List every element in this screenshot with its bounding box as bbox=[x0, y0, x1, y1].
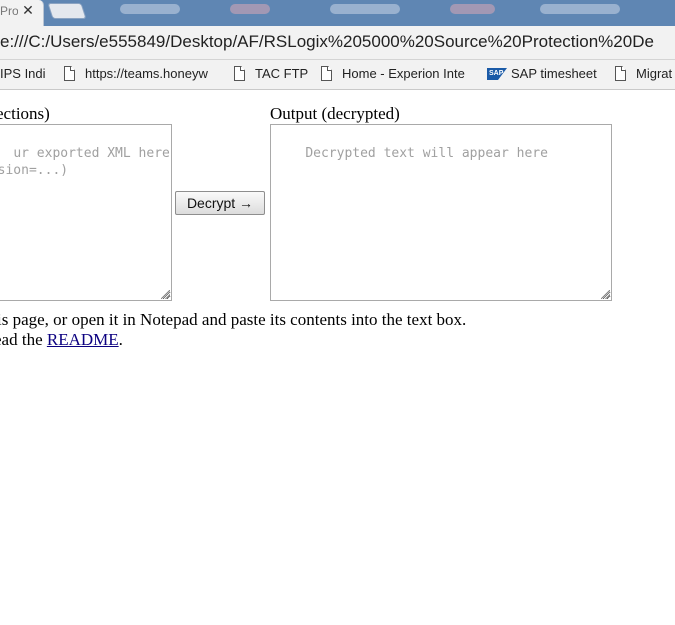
blurred-tab-region bbox=[330, 4, 400, 14]
output-label: Output (decrypted) bbox=[270, 104, 400, 123]
readme-link[interactable]: README bbox=[47, 330, 119, 349]
page-icon bbox=[234, 66, 245, 81]
readme-prefix: ead the bbox=[0, 330, 43, 349]
url-text[interactable]: e:///C:/Users/e555849/Desktop/AF/RSLogix… bbox=[0, 32, 675, 52]
input-label: ections) bbox=[0, 104, 50, 123]
bookmark-label: Home - Experion Inte bbox=[342, 66, 465, 81]
output-placeholder: Decrypted text will appear here bbox=[305, 146, 548, 161]
input-placeholder: ur exported XML here ersion=...) bbox=[0, 146, 170, 178]
blurred-tab-region bbox=[230, 4, 270, 14]
sap-logo-icon: SAP bbox=[487, 68, 507, 80]
tab-title: Prot bbox=[0, 4, 18, 18]
page-content: ections) ur exported XML here ersion=...… bbox=[0, 90, 675, 625]
active-tab[interactable]: Prot ✕ bbox=[0, 0, 44, 26]
address-bar[interactable]: e:///C:/Users/e555849/Desktop/AF/RSLogix… bbox=[0, 26, 675, 60]
instructions-text: is page, or open it in Notepad and paste… bbox=[0, 310, 467, 329]
tab-strip: Prot ✕ bbox=[0, 0, 675, 26]
readme-suffix: . bbox=[118, 330, 123, 349]
resize-grip-icon[interactable] bbox=[601, 290, 610, 299]
bookmark-label: IPS Indi bbox=[0, 66, 46, 81]
bookmark-item[interactable]: IPS Indi bbox=[0, 66, 48, 84]
readme-line: ead the README. bbox=[0, 330, 123, 350]
new-tab-button[interactable] bbox=[47, 3, 87, 19]
bookmark-label: TAC FTP bbox=[255, 66, 308, 81]
resize-grip-icon[interactable] bbox=[161, 290, 170, 299]
bookmark-item[interactable]: TAC FTP bbox=[234, 66, 308, 84]
page-icon bbox=[321, 66, 332, 81]
blurred-tab-region bbox=[540, 4, 620, 14]
input-textarea[interactable]: ur exported XML here ersion=...) bbox=[0, 124, 172, 301]
bookmark-label: Migrat bbox=[636, 66, 673, 81]
bookmark-label: https://teams.honeyw bbox=[85, 66, 208, 81]
bookmark-item[interactable]: https://teams.honeyw bbox=[64, 66, 216, 84]
close-icon[interactable]: ✕ bbox=[21, 3, 35, 19]
bookmark-item[interactable]: SAP SAP timesheet bbox=[487, 66, 603, 84]
bookmark-item[interactable]: Home - Experion Inte bbox=[321, 66, 473, 84]
blurred-tab-region bbox=[120, 4, 180, 14]
output-textarea[interactable]: Decrypted text will appear here bbox=[270, 124, 612, 301]
page-icon bbox=[64, 66, 75, 81]
bookmark-label: SAP timesheet bbox=[511, 66, 597, 81]
blurred-tab-region bbox=[450, 4, 495, 14]
decrypt-button[interactable]: Decrypt → bbox=[175, 191, 265, 215]
bookmarks-bar: IPS Indi https://teams.honeyw TAC FTP Ho… bbox=[0, 60, 675, 90]
page-icon bbox=[615, 66, 626, 81]
bookmark-item[interactable]: Migrat bbox=[615, 66, 675, 84]
